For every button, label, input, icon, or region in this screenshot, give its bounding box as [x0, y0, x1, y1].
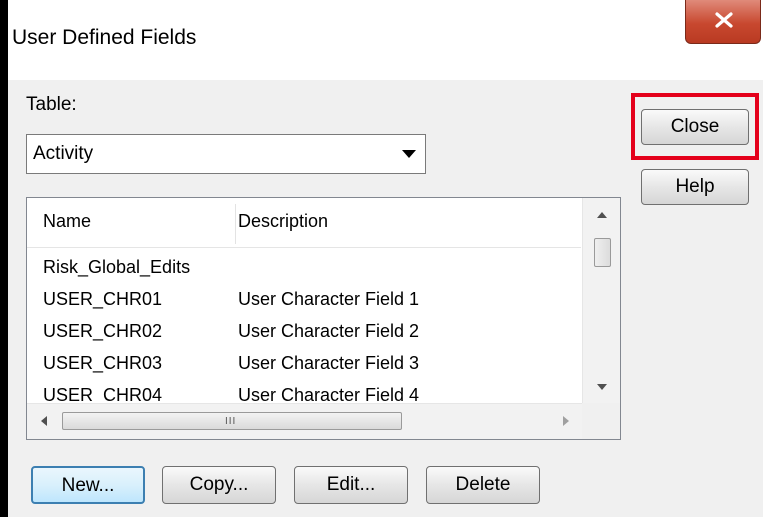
scroll-up-icon[interactable]	[597, 212, 607, 218]
delete-button[interactable]: Delete	[426, 466, 540, 504]
window-close-button[interactable]	[685, 0, 761, 44]
table-row[interactable]: USER_CHR01 User Character Field 1	[27, 286, 581, 316]
table-row[interactable]: Risk_Global_Edits	[27, 254, 581, 284]
copy-button[interactable]: Copy...	[162, 466, 276, 504]
row-name: USER_CHR01	[43, 289, 163, 309]
close-icon	[715, 12, 733, 28]
scroll-left-icon[interactable]	[41, 416, 47, 426]
edit-button-label: Edit...	[326, 474, 376, 495]
row-name: USER_CHR02	[43, 321, 163, 341]
table-label: Table:	[26, 94, 77, 115]
row-name: Risk_Global_Edits	[43, 257, 191, 277]
table-row[interactable]: USER_CHR02 User Character Field 2	[27, 318, 581, 348]
window-title: User Defined Fields	[12, 26, 197, 49]
horizontal-scroll-thumb[interactable]: III	[62, 412, 402, 430]
header-row: Name Description	[27, 208, 581, 238]
scrollbar-corner	[582, 403, 620, 439]
copy-button-label: Copy...	[189, 474, 249, 495]
fields-list[interactable]: Name Description Risk_Global_Edits USER_…	[26, 197, 621, 440]
list-header: Name Description	[27, 198, 581, 248]
horizontal-scrollbar[interactable]: III	[27, 403, 582, 439]
edit-button[interactable]: Edit...	[294, 466, 408, 504]
table-select-value: Activity	[33, 143, 94, 164]
column-header-name[interactable]: Name	[43, 211, 91, 232]
table-row[interactable]: USER_CHR03 User Character Field 3	[27, 350, 581, 380]
column-divider[interactable]	[235, 204, 236, 244]
highlight-box	[631, 93, 759, 160]
new-button[interactable]: New...	[31, 466, 145, 504]
scroll-down-icon[interactable]	[597, 384, 607, 390]
table-select[interactable]: Activity	[26, 134, 426, 174]
title-bar: User Defined Fields	[8, 0, 763, 80]
row-description: User Character Field 3	[238, 353, 420, 373]
row-description: User Character Field 2	[238, 321, 420, 341]
scroll-grip: III	[225, 416, 237, 427]
chevron-down-icon	[402, 150, 416, 158]
column-header-description[interactable]: Description	[238, 211, 328, 232]
new-button-label: New...	[61, 475, 115, 496]
vertical-scrollbar[interactable]	[582, 198, 620, 403]
help-button[interactable]: Help	[641, 169, 749, 205]
help-button-label: Help	[675, 176, 715, 197]
row-name: USER_CHR03	[43, 353, 163, 373]
user-defined-fields-dialog: User Defined Fields Table: Activity Clos…	[8, 0, 763, 517]
delete-button-label: Delete	[455, 474, 511, 495]
row-description: User Character Field 1	[238, 289, 420, 309]
scroll-right-icon[interactable]	[563, 416, 569, 426]
vertical-scroll-thumb[interactable]	[594, 238, 611, 267]
